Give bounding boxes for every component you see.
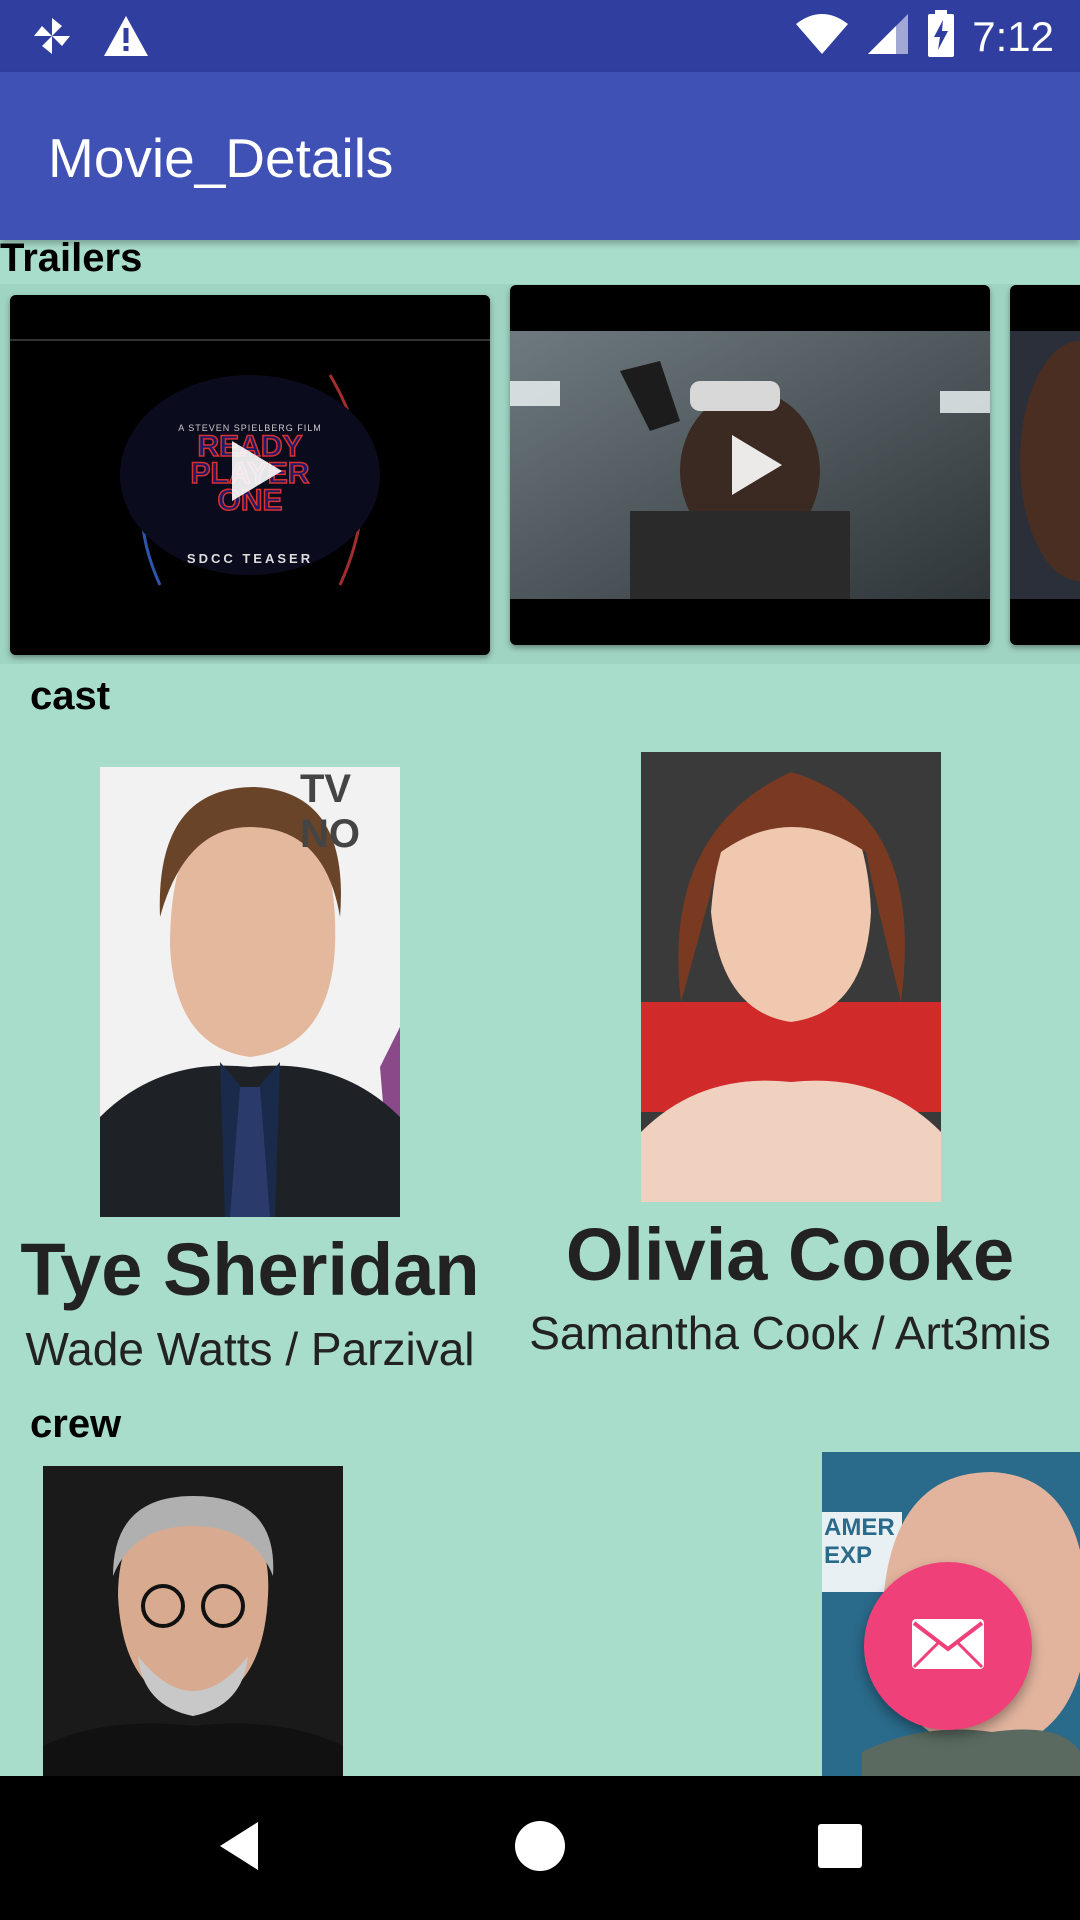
clock: 7:12: [972, 12, 1054, 60]
play-icon: [232, 441, 282, 501]
app-title: Movie_Details: [48, 127, 394, 189]
trailer-thumbnail-3: [1010, 331, 1080, 599]
cast-name-2: Olivia Cooke: [565, 1213, 1015, 1296]
poster-subtitle: SDCC TEASER: [186, 551, 314, 566]
trailers-list[interactable]: A STEVEN SPIELBERG FILM READY PLAYER ONE…: [0, 284, 1080, 664]
home-button[interactable]: [504, 1812, 576, 1884]
signal-icon: [866, 12, 910, 61]
recents-button[interactable]: [804, 1812, 876, 1884]
cast-photo-2[interactable]: [641, 752, 941, 1202]
cast-name-1: Tye Sheridan: [20, 1228, 480, 1311]
cast-role-2: Samantha Cook / Art3mis: [529, 1307, 1051, 1359]
trailer-card-1[interactable]: A STEVEN SPIELBERG FILM READY PLAYER ONE…: [10, 295, 490, 655]
trailer-card-2[interactable]: [510, 285, 990, 645]
battery-charging-icon: [926, 10, 956, 63]
cast-label: cast: [30, 674, 111, 718]
trailer-card-3[interactable]: [1010, 285, 1080, 645]
mail-fab-button[interactable]: [864, 1562, 1032, 1730]
cast-role-1: Wade Watts / Parzival: [25, 1323, 475, 1375]
back-icon: [212, 1818, 268, 1879]
wifi-icon: [794, 12, 850, 61]
photo-overlay-text: AMER EXP: [824, 1514, 895, 1569]
trailers-label: Trailers: [0, 236, 143, 280]
crew-label: crew: [30, 1402, 122, 1446]
navigation-bar: [0, 1776, 1080, 1920]
play-icon: [732, 435, 782, 495]
home-icon: [512, 1818, 568, 1879]
warning-icon: [102, 14, 150, 63]
photo-overlay-text: TV NO: [300, 767, 360, 856]
status-bar: 7:12: [0, 0, 1080, 72]
mail-icon: [910, 1617, 986, 1676]
cast-photo-1[interactable]: TV NO: [100, 767, 400, 1217]
back-button[interactable]: [204, 1812, 276, 1884]
pinwheel-icon: [30, 14, 74, 63]
recents-icon: [812, 1818, 868, 1879]
app-bar: Movie_Details: [0, 72, 1080, 240]
crew-photo-1[interactable]: [43, 1466, 343, 1776]
